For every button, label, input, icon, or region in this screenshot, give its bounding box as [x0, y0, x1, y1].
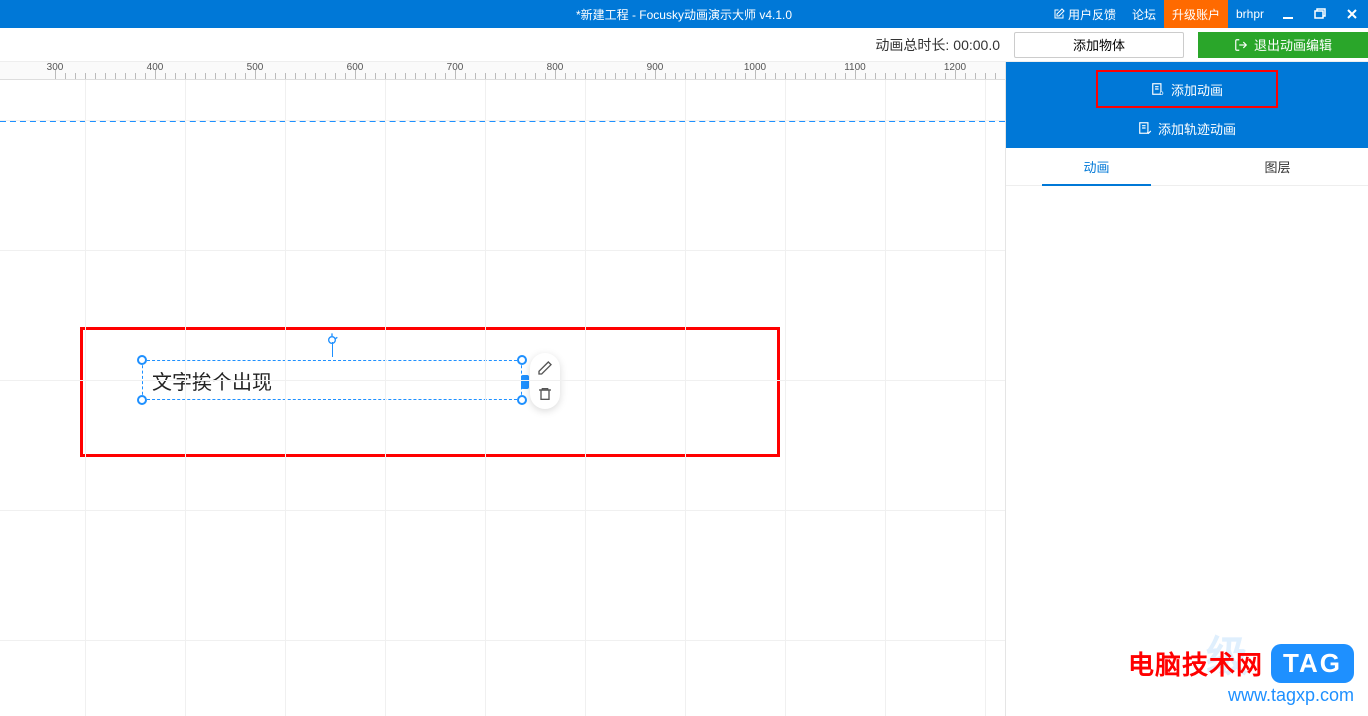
rotate-handle[interactable]	[324, 332, 340, 353]
panel-actions: 添加动画 添加轨迹动画	[1006, 62, 1368, 148]
resize-handle-tr[interactable]	[517, 355, 527, 365]
canvas-wrap: 300400500600700800900100011001200 文字挨个出现	[0, 62, 1005, 716]
minimize-icon	[1282, 8, 1294, 20]
right-panel: 添加动画 添加轨迹动画 动画 图层 级 电脑技术网 TAG www.tagxp.…	[1005, 62, 1368, 716]
add-animation-button[interactable]: 添加动画	[1096, 70, 1278, 108]
delete-object-button[interactable]	[536, 385, 554, 403]
resize-handle-bl[interactable]	[137, 395, 147, 405]
add-object-button[interactable]: 添加物体	[1014, 32, 1184, 58]
add-animation-icon	[1151, 82, 1165, 96]
user-name[interactable]: brhpr	[1228, 0, 1272, 28]
add-track-animation-button[interactable]: 添加轨迹动画	[1006, 108, 1368, 148]
duration-value: 00:00.0	[953, 37, 1000, 53]
duration-display: 动画总时长: 00:00.0	[875, 35, 1000, 55]
duration-label: 动画总时长:	[875, 35, 949, 55]
pencil-icon	[537, 360, 553, 376]
close-icon	[1346, 8, 1358, 20]
resize-handle-br[interactable]	[517, 395, 527, 405]
main-area: 300400500600700800900100011001200 文字挨个出现	[0, 62, 1368, 716]
rotate-icon	[324, 332, 340, 348]
maximize-button[interactable]	[1304, 0, 1336, 28]
title-bar: *新建工程 - Focusky动画演示大师 v4.1.0 用户反馈 论坛 升级账…	[0, 0, 1368, 28]
feedback-link[interactable]: 用户反馈	[1045, 0, 1124, 28]
panel-content	[1006, 186, 1368, 716]
object-toolbar	[530, 353, 560, 409]
upgrade-account-button[interactable]: 升级账户	[1164, 0, 1228, 28]
resize-handle-mr[interactable]	[521, 375, 529, 389]
trash-icon	[537, 386, 553, 402]
tab-layer[interactable]: 图层	[1187, 148, 1368, 185]
close-button[interactable]	[1336, 0, 1368, 28]
edit-object-button[interactable]	[536, 359, 554, 377]
exit-icon	[1234, 38, 1248, 52]
canvas[interactable]: 文字挨个出现	[0, 80, 1005, 716]
tab-animation[interactable]: 动画	[1006, 148, 1187, 185]
edit-icon	[1053, 8, 1065, 20]
maximize-icon	[1314, 8, 1326, 20]
exit-animation-edit-button[interactable]: 退出动画编辑	[1198, 32, 1368, 58]
panel-tabs: 动画 图层	[1006, 148, 1368, 186]
resize-handle-tl[interactable]	[137, 355, 147, 365]
horizontal-ruler: 300400500600700800900100011001200	[0, 62, 1005, 80]
forum-link[interactable]: 论坛	[1124, 0, 1164, 28]
add-track-icon	[1138, 121, 1152, 135]
minimize-button[interactable]	[1272, 0, 1304, 28]
toolbar: 动画总时长: 00:00.0 添加物体 退出动画编辑	[0, 28, 1368, 62]
